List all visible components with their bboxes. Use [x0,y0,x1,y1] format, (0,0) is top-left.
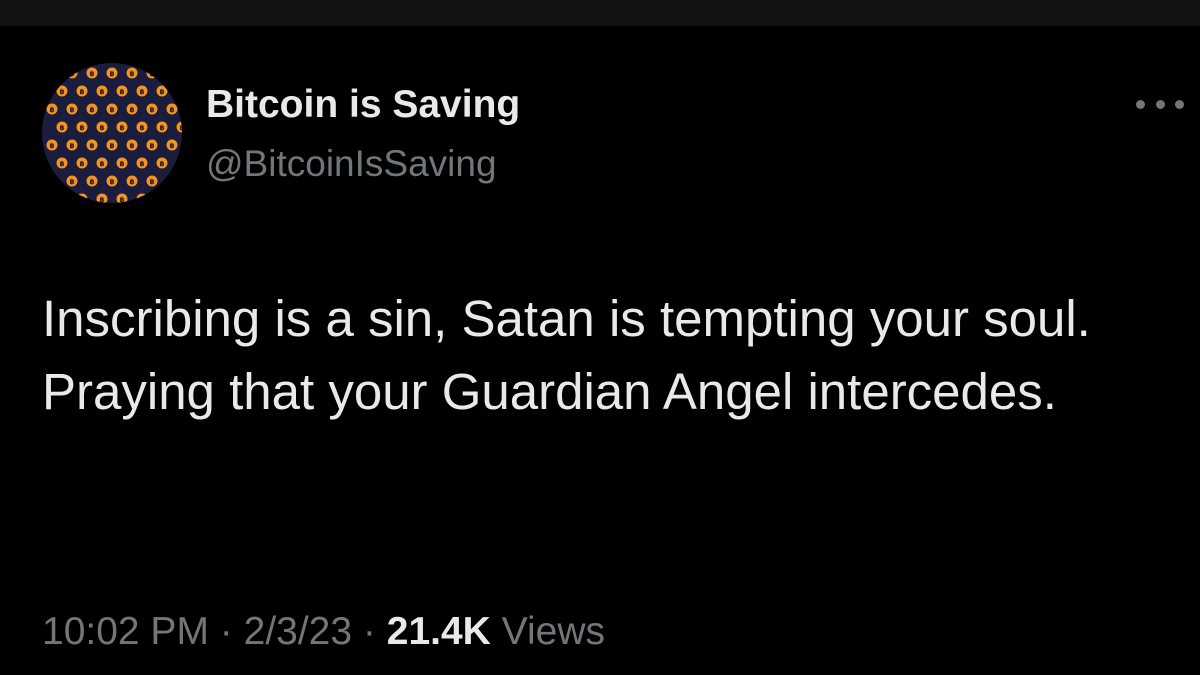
author-display-name[interactable]: Bitcoin is Saving [206,82,520,128]
svg-text:฿: ฿ [160,124,165,132]
more-horizontal-icon [1155,99,1165,109]
svg-text:฿: ฿ [170,106,175,114]
views-count[interactable]: 21.4K [387,610,491,653]
svg-text:฿: ฿ [160,160,165,168]
svg-text:฿: ฿ [120,160,125,168]
svg-text:฿: ฿ [70,142,75,150]
svg-text:฿: ฿ [90,106,95,114]
svg-text:฿: ฿ [170,142,175,150]
svg-text:฿: ฿ [180,196,182,203]
svg-text:฿: ฿ [170,70,175,78]
svg-text:฿: ฿ [150,142,155,150]
svg-text:฿: ฿ [100,196,105,203]
status-bar [0,0,1200,26]
avatar[interactable]: ฿฿฿฿฿฿฿฿฿฿฿฿฿฿฿฿฿฿฿฿฿฿฿฿฿฿฿฿฿฿฿฿฿฿฿฿฿฿฿฿… [42,63,182,203]
svg-text:฿: ฿ [170,178,175,186]
svg-text:฿: ฿ [110,178,115,186]
svg-text:฿: ฿ [160,88,165,96]
tweet-date[interactable]: 2/3/23 [244,610,352,653]
svg-text:฿: ฿ [140,160,145,168]
views-label: Views [501,610,605,653]
meta-separator: · [219,610,233,653]
svg-text:฿: ฿ [140,196,145,203]
svg-text:฿: ฿ [80,88,85,96]
svg-text:฿: ฿ [70,178,75,186]
more-horizontal-icon [1136,99,1145,109]
svg-text:฿: ฿ [90,142,95,150]
svg-text:฿: ฿ [60,196,65,203]
meta-separator: · [362,610,376,653]
svg-text:฿: ฿ [130,70,135,78]
svg-text:฿: ฿ [110,106,115,114]
svg-text:฿: ฿ [100,88,105,96]
svg-text:฿: ฿ [130,106,135,114]
svg-text:฿: ฿ [60,160,65,168]
more-horizontal-icon [1175,99,1184,109]
svg-text:฿: ฿ [160,196,165,203]
svg-text:฿: ฿ [80,124,85,132]
svg-text:฿: ฿ [90,178,95,186]
svg-text:฿: ฿ [110,142,115,150]
svg-text:฿: ฿ [100,124,105,132]
more-options-button[interactable] [1136,88,1184,120]
svg-text:฿: ฿ [180,124,182,132]
svg-text:฿: ฿ [120,88,125,96]
svg-text:฿: ฿ [70,70,75,78]
svg-text:฿: ฿ [60,88,65,96]
svg-text:฿: ฿ [90,70,95,78]
svg-text:฿: ฿ [120,196,125,203]
bitcoin-pattern-avatar-icon: ฿฿฿฿฿฿฿฿฿฿฿฿฿฿฿฿฿฿฿฿฿฿฿฿฿฿฿฿฿฿฿฿฿฿฿฿฿฿฿฿… [42,63,182,203]
tweet-text: Inscribing is a sin, Satan is tempting y… [42,290,1091,420]
svg-text:฿: ฿ [80,196,85,203]
svg-text:฿: ฿ [60,124,65,132]
svg-text:฿: ฿ [50,178,55,186]
svg-text:฿: ฿ [120,124,125,132]
tweet-metadata: 10:02 PM · 2/3/23 · 21.4K Views [42,608,605,656]
svg-text:฿: ฿ [130,178,135,186]
tweet-time[interactable]: 10:02 PM [42,610,209,653]
svg-text:฿: ฿ [180,160,182,168]
svg-text:฿: ฿ [180,88,182,96]
svg-text:฿: ฿ [150,70,155,78]
svg-text:฿: ฿ [50,106,55,114]
svg-text:฿: ฿ [110,70,115,78]
svg-text:฿: ฿ [140,88,145,96]
svg-text:฿: ฿ [100,160,105,168]
svg-text:฿: ฿ [70,106,75,114]
svg-text:฿: ฿ [140,124,145,132]
svg-text:฿: ฿ [50,70,55,78]
svg-text:฿: ฿ [50,142,55,150]
svg-text:฿: ฿ [150,178,155,186]
svg-text:฿: ฿ [150,106,155,114]
svg-text:฿: ฿ [130,142,135,150]
author-handle[interactable]: @BitcoinIsSaving [206,142,497,186]
svg-text:฿: ฿ [80,160,85,168]
